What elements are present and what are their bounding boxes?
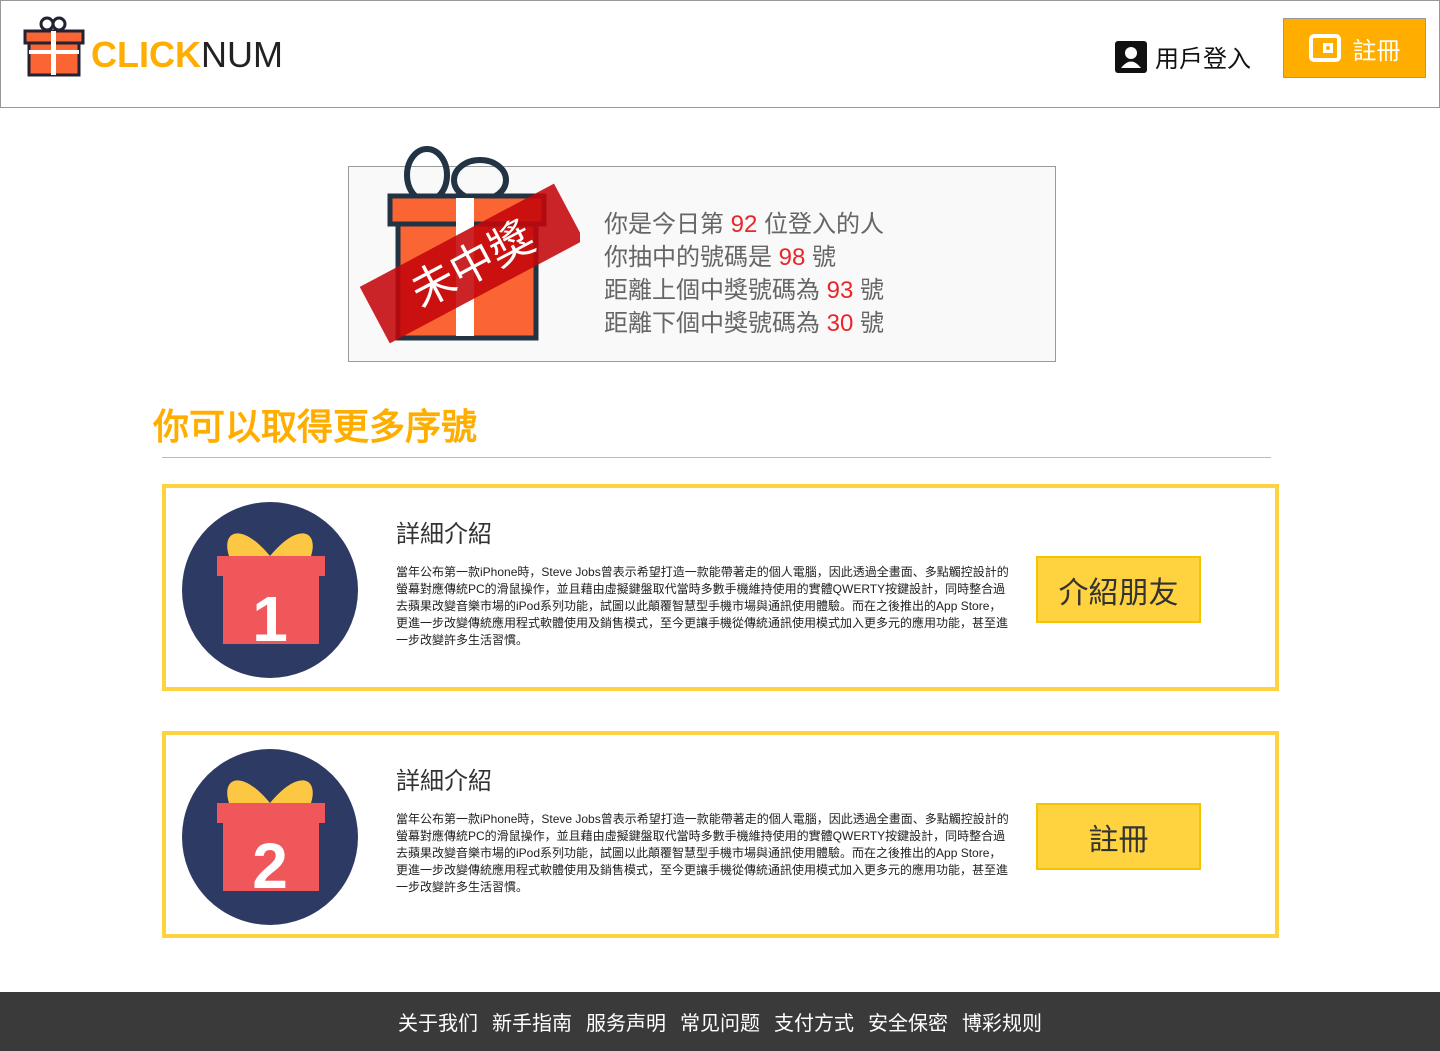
card-body: 當年公布第一款iPhone時，Steve Jobs曾表示希望打造一款能帶著走的個…: [396, 812, 1009, 894]
logo-text-click: CLICK: [91, 34, 201, 75]
refer-friend-button[interactable]: 介紹朋友: [1036, 556, 1201, 623]
result-line: 距離下個中獎號碼為 30 號: [604, 310, 885, 337]
register-card-button[interactable]: 註冊: [1036, 803, 1201, 870]
register-label: 註冊: [1352, 37, 1401, 65]
card-title: 詳細介紹: [396, 521, 492, 548]
footer-link-about[interactable]: 关于我们: [398, 1007, 478, 1036]
result-lines: 你是今日第 92 位登入的人 你抽中的號碼是 98 號 距離上個中獎號碼為 93…: [604, 208, 884, 340]
footer-link-security[interactable]: 安全保密: [868, 1007, 948, 1036]
serial-card-1: 1 詳細介紹 當年公布第一款iPhone時，Steve Jobs曾表示希望打造一…: [162, 484, 1279, 691]
result-line: 你抽中的號碼是 98 號: [604, 244, 837, 271]
logo[interactable]: CLICKNUM: [23, 15, 283, 77]
numbered-gift-icon: 2: [182, 749, 358, 925]
card-title: 詳細介紹: [396, 768, 492, 795]
card-number: 1: [252, 583, 288, 655]
register-button[interactable]: 註冊: [1283, 18, 1426, 78]
footer-link-guide[interactable]: 新手指南: [492, 1007, 572, 1036]
gift-no-prize-icon: 未中獎: [360, 146, 580, 344]
footer-link-payment[interactable]: 支付方式: [774, 1007, 854, 1036]
more-serials-title: 你可以取得更多序號: [153, 406, 478, 447]
login-link[interactable]: 用戶登入: [1115, 39, 1251, 74]
result-line: 距離上個中獎號碼為 93 號: [604, 277, 885, 304]
wallet-icon: [1308, 34, 1341, 62]
user-icon: [1115, 40, 1147, 73]
divider: [162, 457, 1271, 458]
card-number: 2: [252, 830, 288, 902]
numbered-gift-icon: 1: [182, 502, 358, 678]
login-label: 用戶登入: [1155, 46, 1251, 73]
footer-link-terms[interactable]: 服务声明: [586, 1007, 666, 1036]
footer-link-rules[interactable]: 博彩规则: [962, 1007, 1042, 1036]
serial-card-2: 2 詳細介紹 當年公布第一款iPhone時，Steve Jobs曾表示希望打造一…: [162, 731, 1279, 938]
logo-text-num: NUM: [201, 34, 283, 75]
header: CLICKNUM 用戶登入 註冊: [0, 0, 1440, 108]
gift-logo-icon: [23, 16, 85, 77]
result-line: 你是今日第 92 位登入的人: [604, 211, 885, 238]
footer-link-faq[interactable]: 常见问题: [680, 1007, 760, 1036]
footer: 关于我们 新手指南 服务声明 常见问题 支付方式 安全保密 博彩规则: [0, 992, 1440, 1051]
card-body: 當年公布第一款iPhone時，Steve Jobs曾表示希望打造一款能帶著走的個…: [396, 565, 1009, 647]
